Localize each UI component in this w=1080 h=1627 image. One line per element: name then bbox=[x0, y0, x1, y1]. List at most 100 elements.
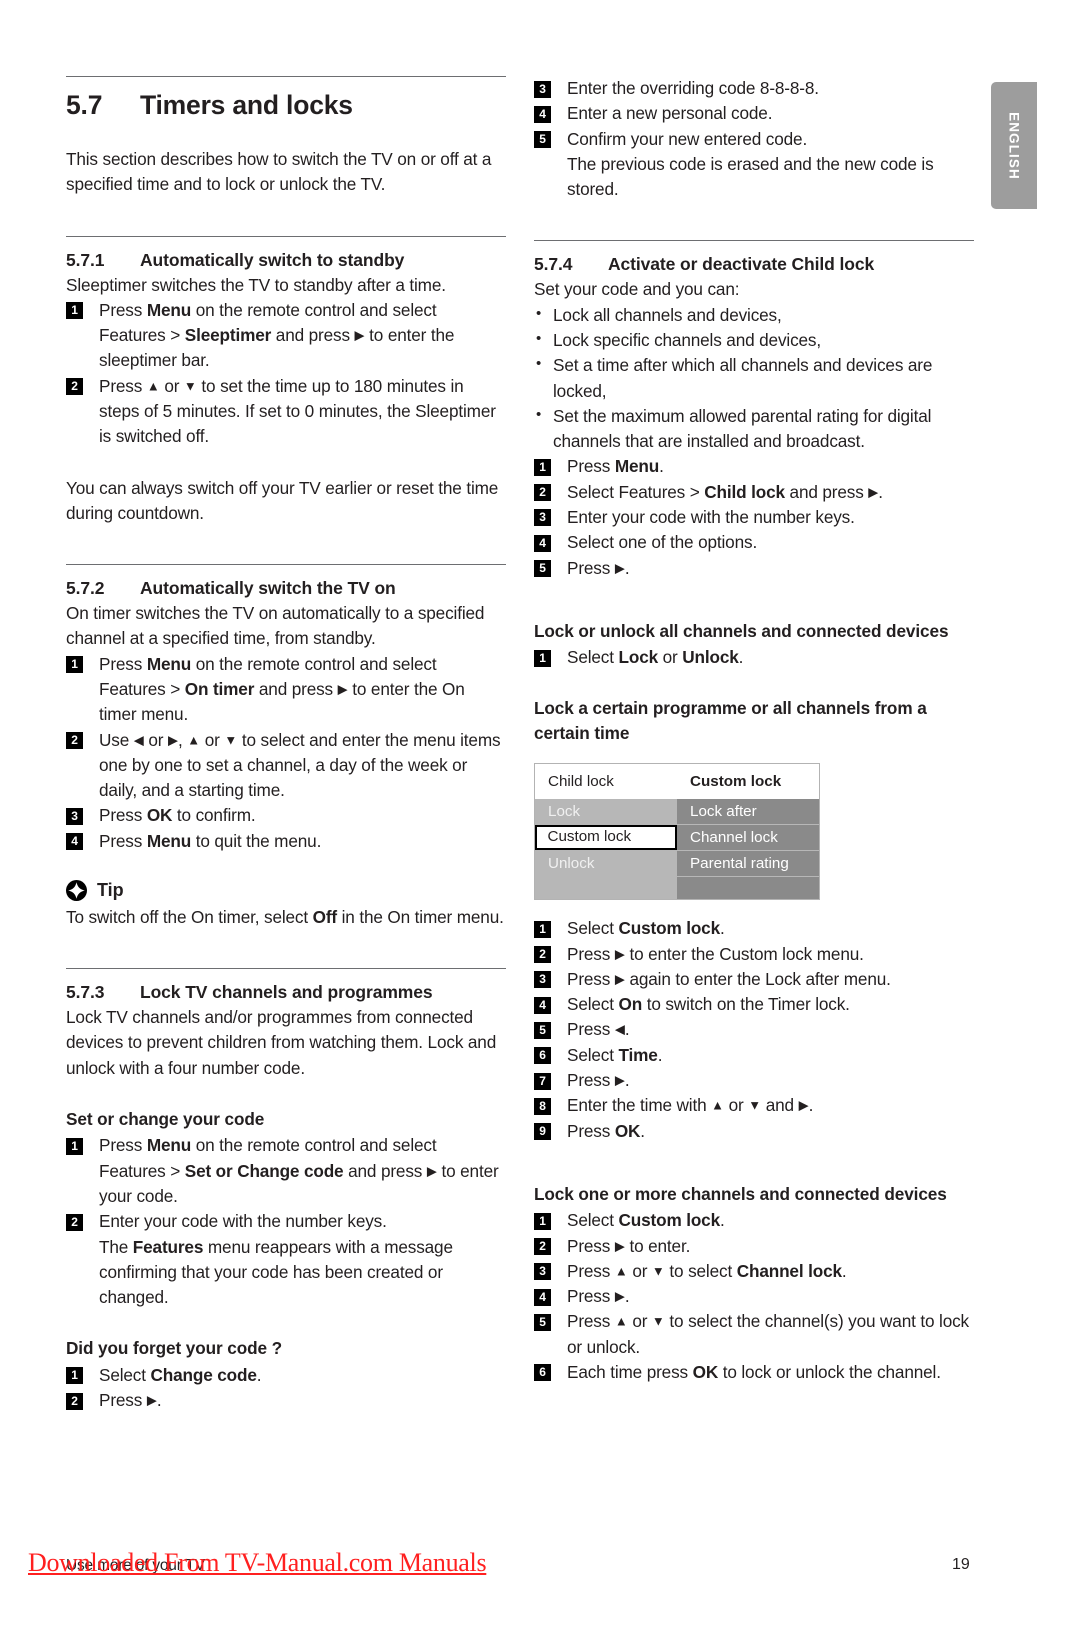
heading-set-or-change-code: Set or change your code bbox=[66, 1109, 265, 1130]
tv-menu-header: Child lock Custom lock bbox=[535, 764, 819, 800]
step-text: Confirm your new entered code. The previo… bbox=[567, 128, 934, 200]
list-item: 1 Press Menu on the remote control and se… bbox=[66, 1133, 506, 1209]
list-item: Lock specific channels and devices, bbox=[534, 328, 974, 353]
list-item: 9 Press OK. bbox=[534, 1119, 974, 1144]
list-item: 5 Press ▶. bbox=[534, 556, 974, 581]
divider bbox=[66, 564, 506, 566]
subsection-title: Automatically switch the TV on bbox=[140, 578, 396, 599]
subsection-title: Activate or deactivate Child lock bbox=[608, 254, 875, 275]
bullet-text: Set the maximum allowed parental rating … bbox=[553, 405, 932, 452]
step-text: Select Lock or Unlock. bbox=[567, 647, 744, 668]
step-number: 2 bbox=[66, 378, 83, 396]
list-item: 3 Press ▶ again to enter the Lock after m… bbox=[534, 967, 974, 992]
steps-lock-one-or-more: 1 Select Custom lock. 2 Press ▶ to enter. 3 P… bbox=[534, 1208, 974, 1385]
step-number: 3 bbox=[534, 509, 551, 527]
steps-forgot-code-continued: 3 Enter the overriding code 8-8-8-8. 4 Ente… bbox=[534, 76, 974, 202]
tv-menu-empty-left bbox=[535, 877, 677, 900]
tv-menu-item-unlock[interactable]: Unlock bbox=[535, 851, 677, 877]
list-item: 3 Enter the overriding code 8-8-8-8. bbox=[534, 76, 974, 101]
watermark: Downloaded From TV-Manual.com Manuals bbox=[28, 1548, 487, 1577]
intro-5-7-2: On timer switches the TV on automaticall… bbox=[66, 603, 485, 649]
step-number: 5 bbox=[534, 1021, 551, 1039]
step-number: 1 bbox=[534, 649, 551, 667]
list-item: 4 Select On to switch on the Timer lock. bbox=[534, 992, 974, 1017]
tv-menu-item-custom-lock-selected[interactable]: Custom lock bbox=[535, 825, 677, 851]
heading-lock-unlock-all: Lock or unlock all channels and connecte… bbox=[534, 620, 949, 641]
step-text: Select Features > Child lock and press ▶… bbox=[567, 481, 883, 502]
divider bbox=[66, 76, 506, 77]
step-text: Use ◀ or ▶, ▲ or ▼ to select and enter t… bbox=[99, 729, 501, 801]
list-item: 5 Press ◀. bbox=[534, 1017, 974, 1042]
page-title: 5.7 Timers and locks bbox=[66, 90, 506, 121]
tip-body: To switch off the On timer, select Off i… bbox=[66, 906, 504, 927]
steps-lock-unlock-all: 1 Select Lock or Unlock. bbox=[534, 645, 974, 670]
step-text: Press ▶ again to enter the Lock after me… bbox=[567, 968, 891, 989]
step-text: Each time press OK to lock or unlock the… bbox=[567, 1361, 941, 1382]
step-number: 1 bbox=[534, 458, 551, 476]
divider bbox=[66, 968, 506, 970]
step-text: Press ▶ to enter the Custom lock menu. bbox=[567, 943, 864, 964]
step-number: 1 bbox=[66, 302, 83, 320]
step-text: Select Time. bbox=[567, 1044, 663, 1065]
step-number: 1 bbox=[534, 920, 551, 938]
step-text: Enter a new personal code. bbox=[567, 103, 773, 124]
step-number: 6 bbox=[534, 1047, 551, 1065]
step-number: 4 bbox=[534, 534, 551, 552]
subsection-number: 5.7.4 bbox=[534, 254, 573, 275]
language-tab-label: ENGLISH bbox=[1006, 111, 1022, 180]
tv-menu-item-lock-after[interactable]: Lock after bbox=[677, 799, 819, 825]
heading-lock-certain-time: Lock a certain programme or all channels… bbox=[534, 698, 927, 743]
tv-menu-item-parental-rating[interactable]: Parental rating bbox=[677, 851, 819, 877]
list-item: 1 Press Menu on the remote control and se… bbox=[66, 298, 506, 374]
tv-menu-empty-right bbox=[677, 877, 819, 900]
list-item: 8 Enter the time with ▲ or ▼ and ▶. bbox=[534, 1093, 974, 1118]
step-number: 1 bbox=[66, 1367, 83, 1385]
steps-forgot-code: 1 Select Change code. 2 Press ▶. bbox=[66, 1363, 506, 1414]
list-item: 1 Press Menu. bbox=[534, 454, 974, 479]
step-number: 2 bbox=[66, 1213, 83, 1231]
tip-label: Tip bbox=[97, 879, 124, 900]
divider bbox=[66, 235, 506, 237]
intro-5-7-4: Set your code and you can: bbox=[534, 279, 740, 300]
step-number: 5 bbox=[534, 560, 551, 577]
step-number: 2 bbox=[534, 946, 551, 964]
step-text: Press Menu to quit the menu. bbox=[99, 830, 322, 851]
subsection-number: 5.7.2 bbox=[66, 578, 105, 599]
manual-page: ENGLISH 5.7 Timers and locks This sectio… bbox=[0, 0, 1080, 1627]
step-text: Press ▶ to enter. bbox=[567, 1235, 691, 1256]
heading-5-7-3: 5.7.3 Lock TV channels and programmes bbox=[66, 982, 506, 1003]
list-item: 3 Enter your code with the number keys. bbox=[534, 505, 974, 530]
step-text: Enter your code with the number keys. The… bbox=[99, 1211, 453, 1308]
list-item: 3 Press ▲ or ▼ to select Channel lock. bbox=[534, 1259, 974, 1284]
subsection-title: Automatically switch to standby bbox=[140, 249, 405, 270]
divider bbox=[534, 240, 974, 242]
list-item: 7 Press ▶. bbox=[534, 1068, 974, 1093]
list-item: 2 Enter your code with the number keys. Th… bbox=[66, 1209, 506, 1310]
tv-menu-item-channel-lock[interactable]: Channel lock bbox=[677, 825, 819, 851]
heading-5-7-1: 5.7.1 Automatically switch to standby bbox=[66, 250, 506, 271]
step-number: 4 bbox=[534, 1288, 551, 1306]
step-text: Press ▲ or ▼ to select Channel lock. bbox=[567, 1260, 847, 1281]
page-number: 19 bbox=[952, 1556, 970, 1573]
step-number: 7 bbox=[534, 1072, 551, 1090]
steps-5-7-2: 1 Press Menu on the remote control and se… bbox=[66, 652, 506, 854]
steps-5-7-4: 1 Press Menu. 2 Select Features > Child loc… bbox=[534, 454, 974, 580]
bullet-text: Lock specific channels and devices, bbox=[553, 329, 821, 350]
note-5-7-1: You can always switch off your TV earlie… bbox=[66, 477, 499, 523]
intro-5-7-3: Lock TV channels and/or programmes from … bbox=[66, 1007, 497, 1078]
step-number: 5 bbox=[534, 1313, 551, 1331]
step-text: Press ◀. bbox=[567, 1019, 630, 1040]
subsection-number: 5.7.1 bbox=[66, 249, 105, 270]
list-item: 4 Select one of the options. bbox=[534, 530, 974, 555]
tv-menu-figure: Child lock Custom lock Lock Lock after C… bbox=[534, 763, 820, 901]
left-column: 5.7 Timers and locks This section descri… bbox=[66, 76, 506, 1413]
step-text: Press OK to confirm. bbox=[99, 805, 256, 826]
list-item: 4 Press ▶. bbox=[534, 1284, 974, 1309]
step-number: 2 bbox=[534, 484, 551, 502]
tv-menu-item-lock[interactable]: Lock bbox=[535, 799, 677, 825]
step-number: 2 bbox=[534, 1238, 551, 1256]
steps-lock-certain-time: 1 Select Custom lock. 2 Press ▶ to enter th… bbox=[534, 916, 974, 1144]
tv-menu-row: Custom lock Channel lock bbox=[535, 825, 819, 851]
list-item: 2 Use ◀ or ▶, ▲ or ▼ to select and enter … bbox=[66, 728, 506, 804]
list-item: 2 Press ▶. bbox=[66, 1388, 506, 1413]
